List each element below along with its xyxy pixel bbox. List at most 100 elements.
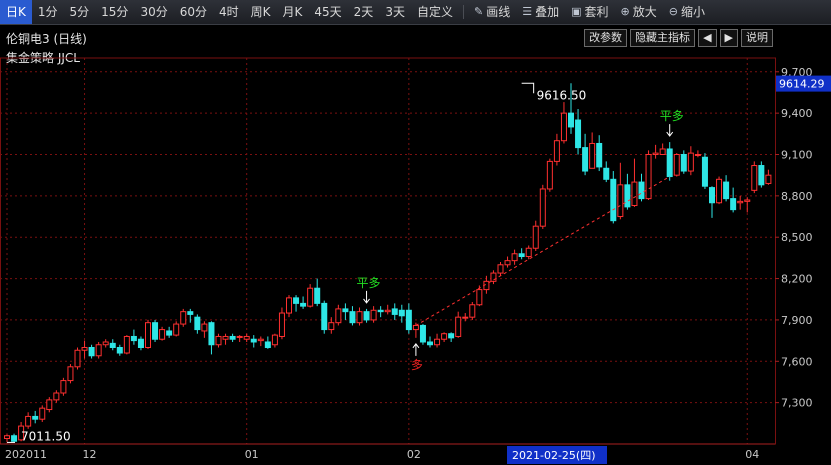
candle-body <box>180 311 187 325</box>
y-tick-label: 8,500 <box>781 231 813 244</box>
candle-body <box>617 184 624 218</box>
signal-arrow-up <box>412 343 420 356</box>
candle-body <box>701 156 708 187</box>
candle-body <box>74 349 81 368</box>
candle-body <box>159 329 166 340</box>
candle-body <box>166 330 173 336</box>
candle-body <box>116 347 123 354</box>
candle-body <box>687 152 694 172</box>
candle-body <box>102 341 109 346</box>
candle-body <box>427 341 433 346</box>
candle-body <box>582 147 589 172</box>
candle-body <box>666 148 673 178</box>
candle-body <box>384 309 391 313</box>
y-tick-label: 8,200 <box>781 273 813 286</box>
candle-body <box>518 253 525 258</box>
candle-body <box>53 392 60 401</box>
candle-body <box>504 260 511 266</box>
candle-body <box>441 333 448 340</box>
candle-body <box>137 338 144 349</box>
candle-body <box>236 335 243 338</box>
candle-body <box>532 225 539 249</box>
candle-body <box>194 316 201 331</box>
candle-body <box>652 152 659 156</box>
candle-body <box>314 287 321 304</box>
candle-body <box>448 333 455 339</box>
candle-body <box>737 200 744 204</box>
candle-body <box>335 308 342 324</box>
y-tick-label: 9,400 <box>781 107 813 120</box>
candle-body <box>201 323 208 332</box>
candle-body <box>32 415 39 420</box>
candle-body <box>271 334 278 346</box>
candle-body <box>434 338 441 346</box>
signal-arrow-down <box>363 290 370 304</box>
signal-label-close: 平多 <box>357 276 381 290</box>
x-tick-label: 02 <box>407 448 421 461</box>
candle-body <box>490 272 497 282</box>
candle-body <box>300 302 307 307</box>
candle-body <box>321 302 328 331</box>
candle-body <box>673 154 680 176</box>
candle-body <box>638 181 645 200</box>
candle-body <box>377 309 384 313</box>
candle-body <box>173 323 180 336</box>
candle-body <box>123 335 130 354</box>
high-marker <box>521 82 535 94</box>
candle-body <box>257 338 264 342</box>
candle-body <box>60 380 67 394</box>
signal-label-long: 多 <box>411 358 423 372</box>
y-tick-label: 9,100 <box>781 149 813 162</box>
candle-body <box>145 322 151 348</box>
candle-body <box>293 297 300 304</box>
candle-body <box>95 344 102 357</box>
candle-body <box>497 264 504 274</box>
candle-body <box>152 322 159 340</box>
candle-body <box>229 335 236 340</box>
signal-arrow-down <box>666 124 674 137</box>
candlestick-chart[interactable]: 7,300 7,600 7,900 8,200 8,500 8,800 9,100 9,400… <box>0 0 831 465</box>
candle-body <box>455 316 462 337</box>
candle-body <box>631 181 638 207</box>
candle-body <box>278 312 285 337</box>
candle-body <box>596 142 603 168</box>
candle-body <box>342 308 349 313</box>
candle-body <box>11 435 18 442</box>
candle-body <box>4 435 10 439</box>
high-label: 9616.50 <box>537 88 587 102</box>
candle-body <box>405 309 412 331</box>
candle-body <box>391 308 398 315</box>
candle-body <box>694 154 701 156</box>
candle-body <box>659 148 666 156</box>
candle-body <box>67 366 74 382</box>
candle-body <box>511 253 518 262</box>
candle-body <box>603 167 610 180</box>
crosshair-date: 2021-02-25(四) <box>512 449 596 462</box>
y-tick-label: 7,600 <box>781 355 813 368</box>
candle-body <box>546 160 553 190</box>
candle-body <box>328 322 335 331</box>
candle-body <box>758 165 765 186</box>
candle-body <box>130 335 137 342</box>
candle-body <box>680 154 687 172</box>
y-tick-label: 8,800 <box>781 190 813 203</box>
candle-body <box>81 347 88 351</box>
candle-body <box>208 322 215 346</box>
candle-body <box>46 399 53 411</box>
candle-body <box>250 338 257 343</box>
y-tick-label: 7,300 <box>781 397 813 410</box>
candle-body <box>363 311 370 321</box>
candle-body <box>88 347 95 357</box>
candle-body <box>187 311 194 315</box>
candle-body <box>109 342 116 349</box>
candle-body <box>39 407 46 420</box>
candle-body <box>525 247 532 258</box>
candle-body <box>370 309 377 321</box>
candle-body <box>349 311 356 324</box>
candle-body <box>589 142 596 169</box>
candle-body <box>222 335 229 340</box>
signal-label-close: 平多 <box>660 109 684 123</box>
candle-body <box>645 154 652 200</box>
candle-body <box>539 188 546 227</box>
candle-body <box>419 324 426 343</box>
